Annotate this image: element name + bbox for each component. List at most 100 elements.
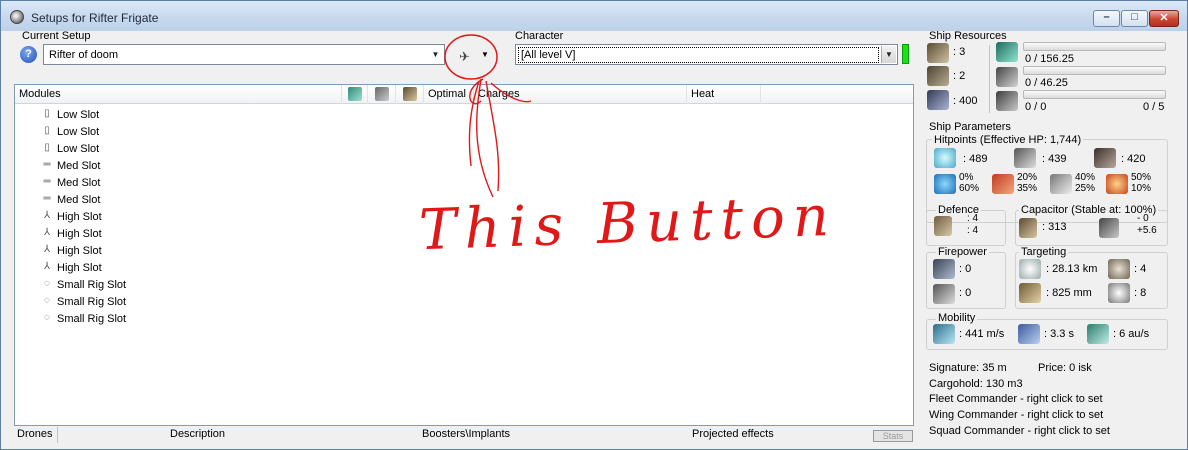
structure-icon xyxy=(1094,148,1116,168)
slot-row[interactable]: ═ Med Slot xyxy=(41,159,241,176)
launcher-hardpoints: : 2 xyxy=(953,70,966,82)
price: Price: 0 isk xyxy=(1038,362,1092,374)
volley-icon xyxy=(933,284,955,304)
wing-commander[interactable]: Wing Commander - right click to set xyxy=(929,409,1103,421)
drone-bar xyxy=(1023,90,1166,99)
armor-hp: : 439 xyxy=(1042,153,1067,165)
tab-description[interactable]: Description xyxy=(170,428,225,440)
minimize-button[interactable]: – xyxy=(1093,10,1120,27)
launcher-hardpoint-icon xyxy=(927,66,949,86)
kinetic-resist-armor: 25% xyxy=(1075,183,1096,194)
med-slot-icon: ═ xyxy=(43,176,51,187)
slot-row[interactable]: ⅄ High Slot xyxy=(41,261,241,278)
chevron-down-icon: ▼ xyxy=(481,50,489,59)
col-cpu[interactable] xyxy=(342,85,368,104)
defence-value-b: : 4 xyxy=(967,225,979,236)
slot-label: High Slot xyxy=(57,245,102,257)
ship-menu-button[interactable]: ✈ ▼ xyxy=(451,45,496,67)
cpu-value: 0 / 156.25 xyxy=(1025,53,1074,65)
app-icon xyxy=(10,10,24,24)
high-slot-icon: ⅄ xyxy=(43,227,51,238)
low-slot-icon: ▯ xyxy=(44,125,50,136)
col-powergrid[interactable] xyxy=(368,85,396,104)
slot-label: Small Rig Slot xyxy=(57,313,127,325)
close-button[interactable]: ✕ xyxy=(1149,10,1179,27)
structure-hp: : 420 xyxy=(1121,153,1146,165)
slot-label: Med Slot xyxy=(57,177,101,189)
slot-label: High Slot xyxy=(57,262,102,274)
col-heat[interactable]: Heat xyxy=(687,85,761,104)
firepower-value-a: : 0 xyxy=(959,263,972,275)
speed-icon xyxy=(933,324,955,344)
help-icon[interactable]: ? xyxy=(20,46,37,63)
slot-label: Small Rig Slot xyxy=(57,296,127,308)
squad-commander[interactable]: Squad Commander - right click to set xyxy=(929,425,1110,437)
maximize-button[interactable]: □ xyxy=(1121,10,1148,27)
med-slot-icon: ═ xyxy=(43,159,51,170)
divider xyxy=(57,427,58,443)
slot-row[interactable]: ◌ Small Rig Slot xyxy=(41,295,241,312)
firepower-title: Firepower xyxy=(936,246,989,258)
defence-icon xyxy=(934,216,952,236)
explosive-resist-icon xyxy=(1106,174,1128,194)
slot-label: Med Slot xyxy=(57,160,101,172)
fleet-commander[interactable]: Fleet Commander - right click to set xyxy=(929,393,1103,405)
shield-icon xyxy=(934,148,956,168)
turret-hardpoint-icon xyxy=(927,43,949,63)
slot-row[interactable]: ⅄ High Slot xyxy=(41,244,241,261)
capacitor-delta-a: - 0 xyxy=(1137,213,1149,224)
character-status-indicator xyxy=(902,44,909,64)
slot-row[interactable]: ◌ Small Rig Slot xyxy=(41,278,241,295)
firepower-value-b: : 0 xyxy=(959,287,972,299)
slot-label: Low Slot xyxy=(57,109,100,121)
slot-row[interactable]: ═ Med Slot xyxy=(41,193,241,210)
hitpoints-title: Hitpoints (Effective HP: 1,744) xyxy=(932,134,1084,146)
tab-drones[interactable]: Drones xyxy=(17,428,52,440)
slot-row[interactable]: ◌ Small Rig Slot xyxy=(41,312,241,329)
capacitor-amount: : 313 xyxy=(1042,221,1067,233)
signature-radius: Signature: 35 m xyxy=(929,362,1007,374)
col-optimal[interactable]: Optimal xyxy=(424,85,474,104)
col-charges[interactable]: Charges xyxy=(474,85,687,104)
turret-dps-icon xyxy=(933,259,955,279)
maximize-icon: □ xyxy=(1131,11,1138,23)
slot-label: Med Slot xyxy=(57,194,101,206)
sensor-strength-icon xyxy=(1108,283,1130,303)
scan-resolution-icon xyxy=(1019,283,1041,303)
warp-speed: : 6 au/s xyxy=(1113,328,1150,340)
stats-button[interactable]: Stats xyxy=(873,430,913,442)
col-modules[interactable]: Modules xyxy=(15,85,342,104)
explosive-resist-armor: 10% xyxy=(1131,183,1152,194)
low-slot-icon: ▯ xyxy=(44,142,50,153)
close-icon: ✕ xyxy=(1159,12,1169,24)
max-velocity: : 441 m/s xyxy=(959,328,1005,340)
slot-row[interactable]: ═ Med Slot xyxy=(41,176,241,193)
slot-label: Low Slot xyxy=(57,126,100,138)
tab-boosters-implants[interactable]: Boosters\Implants xyxy=(422,428,510,440)
rig-slot-icon: ◌ xyxy=(44,295,50,306)
slot-label: High Slot xyxy=(57,211,102,223)
character-select-value: [All level V] xyxy=(518,47,879,63)
slot-row[interactable]: ⅄ High Slot xyxy=(41,210,241,227)
low-slot-icon: ▯ xyxy=(44,108,50,119)
powergrid-value: 0 / 46.25 xyxy=(1025,77,1068,89)
em-resist-armor: 60% xyxy=(959,183,980,194)
chevron-down-icon: ▼ xyxy=(431,50,440,59)
minimize-icon: – xyxy=(1103,11,1110,23)
slot-row[interactable]: ▯ Low Slot xyxy=(41,125,241,142)
slot-row[interactable]: ▯ Low Slot xyxy=(41,108,241,125)
tab-projected-effects[interactable]: Projected effects xyxy=(692,428,774,440)
align-time-icon xyxy=(1018,324,1040,344)
powergrid-bar xyxy=(1023,66,1166,75)
col-capacitor[interactable] xyxy=(396,85,424,104)
capacitor-recharge-icon xyxy=(1099,218,1119,238)
align-time: : 3.3 s xyxy=(1044,328,1074,340)
setup-select[interactable]: Rifter of doom ▼ xyxy=(43,44,445,65)
thermal-resist-armor: 35% xyxy=(1017,183,1038,194)
slot-row[interactable]: ⅄ High Slot xyxy=(41,227,241,244)
character-select[interactable]: [All level V] ▼ xyxy=(515,44,898,65)
window-title: Setups for Rifter Frigate xyxy=(31,11,159,25)
ship-resources-title: Ship Resources xyxy=(929,30,1007,42)
slot-row[interactable]: ▯ Low Slot xyxy=(41,142,241,159)
slot-label: Small Rig Slot xyxy=(57,279,127,291)
